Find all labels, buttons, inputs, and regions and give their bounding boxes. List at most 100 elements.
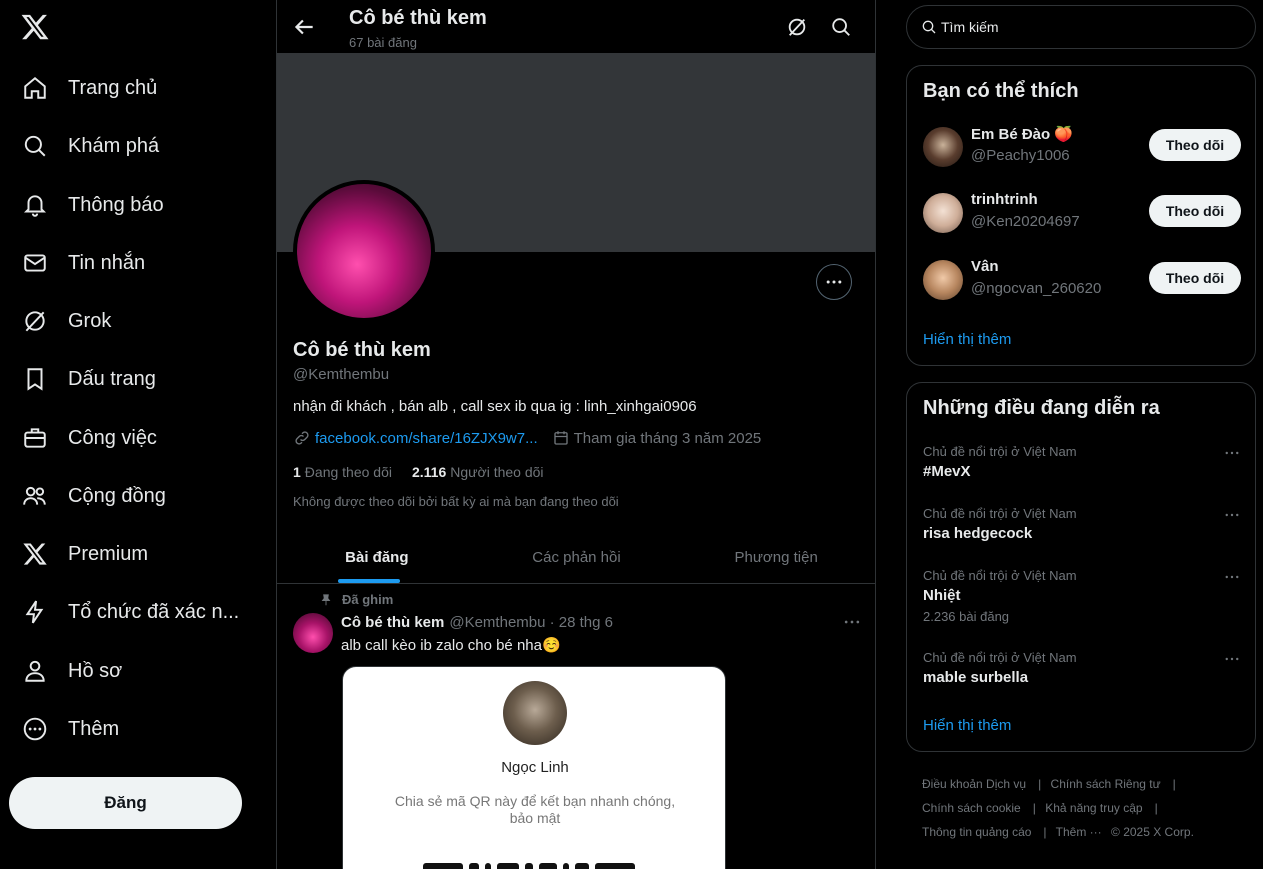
nav-item-home[interactable]: Trang chủ bbox=[10, 64, 169, 112]
pin-icon bbox=[321, 593, 331, 605]
panel-title: Bạn có thể thích bbox=[923, 80, 1079, 102]
profile-name: Cô bé thù kem bbox=[293, 339, 431, 361]
trend-more-icon[interactable] bbox=[1223, 650, 1241, 668]
qr-code bbox=[423, 863, 647, 869]
trend-topic: #MevX bbox=[923, 463, 971, 480]
profile-link[interactable]: facebook.com/share/16ZJX9w7... bbox=[315, 430, 538, 447]
nav-item-grok[interactable]: Grok bbox=[10, 297, 123, 345]
mail-icon bbox=[24, 254, 46, 272]
nav-item-explore[interactable]: Khám phá bbox=[10, 122, 171, 170]
x-logo-icon[interactable] bbox=[20, 12, 50, 42]
footer-privacy[interactable]: Chính sách Riêng tư bbox=[1051, 777, 1161, 791]
avatar[interactable] bbox=[923, 127, 963, 167]
footer-accessibility[interactable]: Khả năng truy cập bbox=[1045, 801, 1142, 815]
trend-more-icon[interactable] bbox=[1223, 506, 1241, 524]
show-more-link[interactable]: Hiển thị thêm bbox=[923, 331, 1011, 348]
profile-handle: @Kemthembu bbox=[293, 366, 390, 383]
post-count: 67 bài đăng bbox=[349, 35, 417, 50]
qr-description: Chia sẻ mã QR này để kết bạn nhanh chóng… bbox=[394, 793, 676, 826]
qr-name: Ngọc Linh bbox=[501, 759, 569, 776]
home-icon bbox=[24, 76, 46, 99]
nav-item-label: Dấu trang bbox=[68, 367, 156, 390]
nav-item-notifications[interactable]: Thông báo bbox=[10, 181, 176, 229]
avatar[interactable] bbox=[923, 193, 963, 233]
profile-avatar[interactable] bbox=[293, 180, 435, 322]
lightning-icon bbox=[25, 600, 44, 624]
pinned-indicator: Đã ghim bbox=[319, 592, 393, 607]
search-icon bbox=[922, 20, 936, 34]
nav-item-label: Grok bbox=[68, 309, 112, 332]
page-title: Cô bé thù kem bbox=[349, 7, 487, 29]
tab-media[interactable]: Phương tiện bbox=[676, 532, 875, 583]
footer-copyright: © 2025 X Corp. bbox=[1111, 825, 1194, 839]
follow-suggestion[interactable]: Vân @ngocvan_260620 Theo dõi bbox=[923, 256, 1241, 304]
footer-cookie[interactable]: Chính sách cookie bbox=[922, 801, 1021, 815]
briefcase-icon bbox=[24, 428, 46, 448]
nav-item-more[interactable]: Thêm bbox=[10, 705, 131, 753]
tweet-image[interactable]: Ngọc Linh Chia sẻ mã QR này để kết bạn n… bbox=[342, 666, 726, 869]
suggestion-name[interactable]: trinhtrinh bbox=[971, 191, 1038, 208]
trend-more-icon[interactable] bbox=[1223, 444, 1241, 462]
trend-item[interactable]: Chủ đề nổi trội ở Việt Nam risa hedgecoc… bbox=[923, 506, 1241, 542]
avatar[interactable] bbox=[923, 260, 963, 300]
right-sidebar: Bạn có thể thích Em Bé Đào 🍑 @Peachy1006… bbox=[906, 0, 1256, 869]
profile-joined: Tham gia tháng 3 năm 2025 bbox=[573, 429, 762, 447]
trend-context: Chủ đề nổi trội ở Việt Nam bbox=[923, 650, 1077, 665]
nav-item-label: Thông báo bbox=[68, 193, 164, 216]
trend-more-icon[interactable] bbox=[1223, 568, 1241, 586]
pinned-label: Đã ghim bbox=[342, 592, 394, 607]
trend-count: 2.236 bài đăng bbox=[923, 609, 1010, 624]
follow-button[interactable]: Theo dõi bbox=[1149, 262, 1241, 294]
nav-item-jobs[interactable]: Công việc bbox=[10, 414, 169, 462]
follow-suggestion[interactable]: trinhtrinh @Ken20204697 Theo dõi bbox=[923, 189, 1241, 237]
suggestion-name[interactable]: Em Bé Đào 🍑 bbox=[971, 125, 1073, 143]
person-icon bbox=[25, 660, 45, 682]
search-icon[interactable] bbox=[830, 16, 852, 38]
footer-ads[interactable]: Thông tin quảng cáo bbox=[922, 825, 1031, 839]
footer-links: Điều khoản Dịch vụ | Chính sách Riêng tư |… bbox=[922, 777, 1194, 839]
follow-button[interactable]: Theo dõi bbox=[1149, 129, 1241, 161]
nav-item-label: Cộng đồng bbox=[68, 484, 166, 507]
more-options-button[interactable] bbox=[816, 264, 852, 300]
profile-bio: nhận đi khách , bán alb , call sex ib qu… bbox=[293, 398, 697, 415]
following-stat[interactable]: 1 Đang theo dõi bbox=[293, 464, 392, 480]
tweet-more-icon[interactable] bbox=[842, 612, 862, 632]
grok-icon[interactable] bbox=[786, 16, 808, 38]
trend-context: Chủ đề nổi trội ở Việt Nam bbox=[923, 506, 1077, 521]
footer-terms[interactable]: Điều khoản Dịch vụ bbox=[922, 777, 1026, 791]
grok-icon bbox=[25, 311, 45, 332]
trend-context: Chủ đề nổi trội ở Việt Nam bbox=[923, 444, 1077, 459]
nav-item-verified-orgs[interactable]: Tổ chức đã xác n... bbox=[10, 588, 251, 636]
footer-more[interactable]: Thêm ··· bbox=[1056, 825, 1102, 839]
nav-item-label: Trang chủ bbox=[68, 76, 158, 99]
bookmark-icon bbox=[27, 368, 43, 391]
trend-item[interactable]: Chủ đề nổi trội ở Việt Nam mable surbell… bbox=[923, 650, 1241, 686]
followers-stat[interactable]: 2.116 Người theo dõi bbox=[412, 464, 544, 480]
tweet-author-name[interactable]: Cô bé thù kem bbox=[341, 614, 444, 631]
nav-item-bookmarks[interactable]: Dấu trang bbox=[10, 355, 168, 403]
nav-item-communities[interactable]: Cộng đồng bbox=[10, 472, 178, 520]
nav-item-messages[interactable]: Tin nhắn bbox=[10, 239, 157, 287]
follow-stats: 1 Đang theo dõi 2.116 Người theo dõi bbox=[293, 464, 544, 480]
tab-replies[interactable]: Các phản hồi bbox=[477, 532, 677, 583]
follow-suggestion[interactable]: Em Bé Đào 🍑 @Peachy1006 Theo dõi bbox=[923, 123, 1241, 171]
search-box[interactable] bbox=[906, 5, 1256, 49]
trend-topic: Nhiệt bbox=[923, 587, 961, 604]
tweet-avatar[interactable] bbox=[293, 613, 333, 653]
trend-topic: risa hedgecock bbox=[923, 525, 1033, 542]
calendar-icon bbox=[553, 431, 568, 445]
post-button[interactable]: Đăng bbox=[9, 777, 242, 829]
nav-item-label: Premium bbox=[68, 542, 149, 565]
search-input[interactable] bbox=[941, 19, 1241, 35]
show-more-link[interactable]: Hiển thị thêm bbox=[923, 717, 1011, 734]
nav-item-profile[interactable]: Hồ sơ bbox=[10, 647, 134, 695]
tab-posts[interactable]: Bài đăng bbox=[277, 532, 477, 583]
suggestion-name[interactable]: Vân bbox=[971, 258, 999, 275]
back-arrow-icon[interactable] bbox=[291, 14, 317, 40]
trend-item[interactable]: Chủ đề nổi trội ở Việt Nam #MevX bbox=[923, 444, 1241, 480]
trend-item[interactable]: Chủ đề nổi trội ở Việt Nam Nhiệt 2.236 b… bbox=[923, 568, 1241, 624]
nav-item-premium[interactable]: Premium bbox=[10, 530, 160, 578]
follow-button[interactable]: Theo dõi bbox=[1149, 195, 1241, 227]
x-logo-icon bbox=[23, 543, 47, 565]
nav-item-label: Tin nhắn bbox=[68, 251, 146, 274]
